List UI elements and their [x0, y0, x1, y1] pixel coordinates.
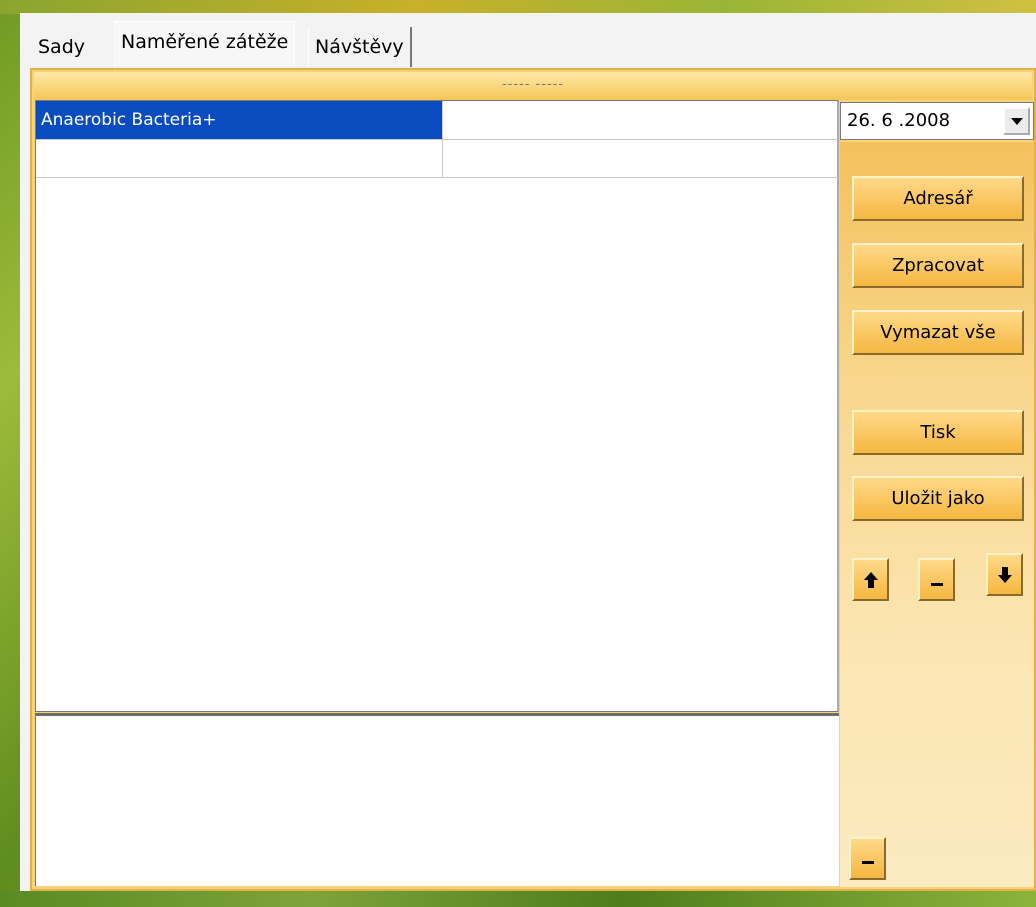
tab-namerene-zateze[interactable]: Naměřené zátěže [114, 21, 296, 68]
table-cell-value[interactable] [443, 139, 838, 177]
background-bottom [0, 891, 1036, 907]
ulozit-jako-button[interactable]: Uložit jako [852, 476, 1024, 521]
clear-memo-button[interactable] [849, 837, 886, 880]
date-picker[interactable]: 26. 6 .2008 [840, 102, 1034, 140]
tab-sady[interactable]: Sady [32, 27, 91, 67]
tab-content: ----- ----- Anaerobic Bacteria+ 26. 6 .2… [30, 68, 1036, 891]
date-dropdown-button[interactable] [1003, 107, 1030, 135]
date-value: 26. 6 .2008 [847, 110, 951, 131]
notes-memo[interactable] [35, 713, 839, 886]
adresar-button[interactable]: Adresář [852, 176, 1024, 221]
arrow-down-icon [997, 566, 1012, 583]
arrow-up-icon [863, 571, 878, 588]
minus-icon [861, 860, 874, 864]
table-row[interactable] [36, 139, 838, 178]
table-cell-name[interactable]: Anaerobic Bacteria+ [36, 101, 443, 139]
side-panel: Adresář Zpracovat Vymazat vše Tisk Uloži… [840, 142, 1034, 887]
minus-icon [930, 582, 943, 586]
background-top [0, 0, 1036, 14]
move-up-button[interactable] [852, 558, 889, 601]
vymazat-vse-button[interactable]: Vymazat vše [852, 310, 1024, 355]
remove-button[interactable] [918, 558, 955, 601]
move-down-button[interactable] [986, 553, 1023, 596]
tab-bar: Sady Naměřené zátěže Návštěvy [20, 13, 1036, 68]
table-row[interactable]: Anaerobic Bacteria+ [36, 101, 838, 140]
tab-navstevy[interactable]: Návštěvy [308, 27, 412, 67]
zpracovat-button[interactable]: Zpracovat [852, 243, 1024, 288]
table-cell-value[interactable] [443, 101, 838, 139]
table-cell-name[interactable] [36, 139, 443, 177]
tisk-button[interactable]: Tisk [852, 410, 1024, 455]
header-strip: ----- ----- [34, 72, 1032, 100]
results-grid[interactable]: Anaerobic Bacteria+ [35, 100, 839, 712]
main-panel: Sady Naměřené zátěže Návštěvy ----- ----… [20, 13, 1036, 891]
chevron-down-icon [1010, 117, 1023, 125]
